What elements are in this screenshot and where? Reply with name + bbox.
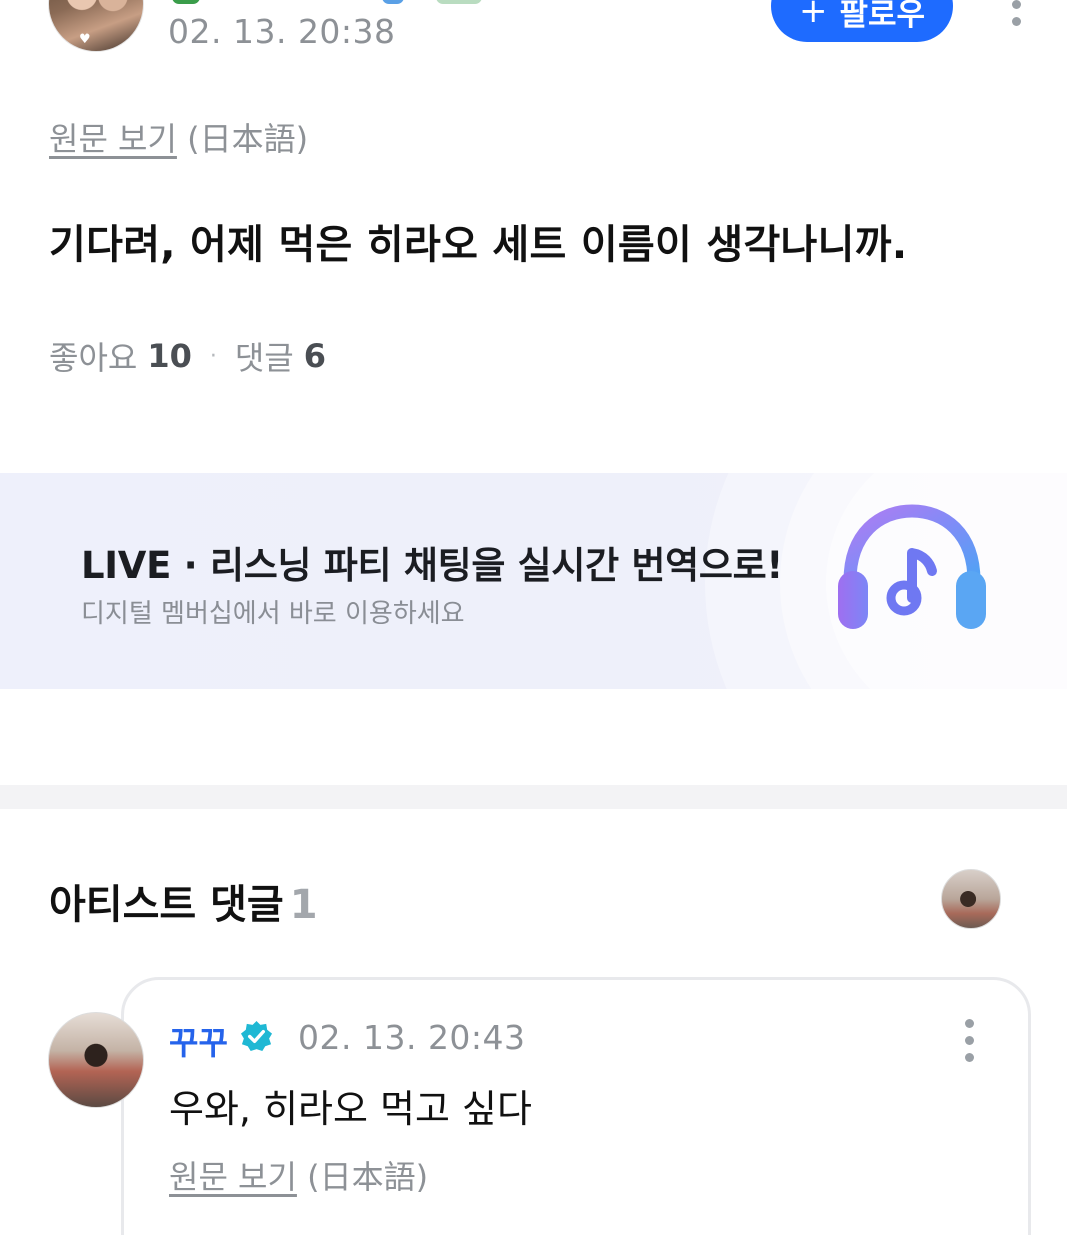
post-stats: 좋아요 10 · 댓글 6 — [49, 333, 326, 379]
likes-count: 10 — [147, 337, 192, 375]
comment-more-icon[interactable] — [965, 1019, 975, 1070]
verified-badge-icon — [240, 1020, 273, 1052]
post-original-link[interactable]: 원문 보기 (日本語) — [49, 114, 308, 160]
comments-label[interactable]: 댓글 — [235, 333, 294, 379]
stats-separator: · — [209, 343, 217, 369]
section-divider — [0, 785, 1067, 809]
promo-banner[interactable]: LIVE · 리스닝 파티 채팅을 실시간 번역으로! 디지털 멤버십에서 바로… — [0, 473, 1067, 689]
commenter-avatar[interactable] — [48, 1012, 144, 1108]
banner-title: LIVE · 리스닝 파티 채팅을 실시간 번역으로! — [81, 544, 783, 587]
view-original-link[interactable]: 원문 보기 — [49, 120, 177, 158]
comment-original-link[interactable]: 원문 보기 (日本語) — [169, 1152, 428, 1198]
avatar-decoration: ♥ — [79, 32, 91, 47]
plus-icon: + — [798, 0, 828, 31]
author-avatar[interactable]: ♥ — [48, 0, 144, 52]
post-more-icon[interactable] — [1012, 0, 1022, 34]
artist-comments-title: 아티스트 댓글 — [49, 882, 284, 928]
author-name-stub-2 — [436, 0, 482, 4]
comment-original-language: (日本語) — [307, 1158, 429, 1196]
artist-avatar-small[interactable] — [941, 869, 1001, 929]
comment-view-original-link[interactable]: 원문 보기 — [169, 1158, 297, 1196]
banner-subtitle: 디지털 멤버십에서 바로 이용하세요 — [81, 599, 465, 629]
commenter-name[interactable]: 꾸꾸 — [169, 1018, 228, 1064]
artist-comments-count: 1 — [289, 882, 318, 928]
follow-label: 팔로우 — [839, 0, 926, 33]
likes-label[interactable]: 좋아요 — [49, 333, 137, 379]
artist-comments-heading: 아티스트 댓글 1 — [49, 872, 318, 930]
post-timestamp: 02. 13. 20:38 — [168, 12, 396, 51]
author-badge-stub — [172, 0, 200, 4]
author-name-stub — [382, 0, 404, 4]
headphones-music-icon — [838, 504, 986, 629]
comment-body-text: 우와, 히라오 먹고 싶다 — [169, 1087, 532, 1131]
comment-timestamp: 02. 13. 20:43 — [298, 1018, 526, 1057]
comments-count: 6 — [303, 337, 327, 375]
follow-button[interactable]: + 팔로우 — [771, 0, 953, 42]
original-language: (日本語) — [187, 120, 309, 158]
post-body-text: 기다려, 어제 먹은 히라오 세트 이름이 생각나니까. — [49, 222, 908, 268]
